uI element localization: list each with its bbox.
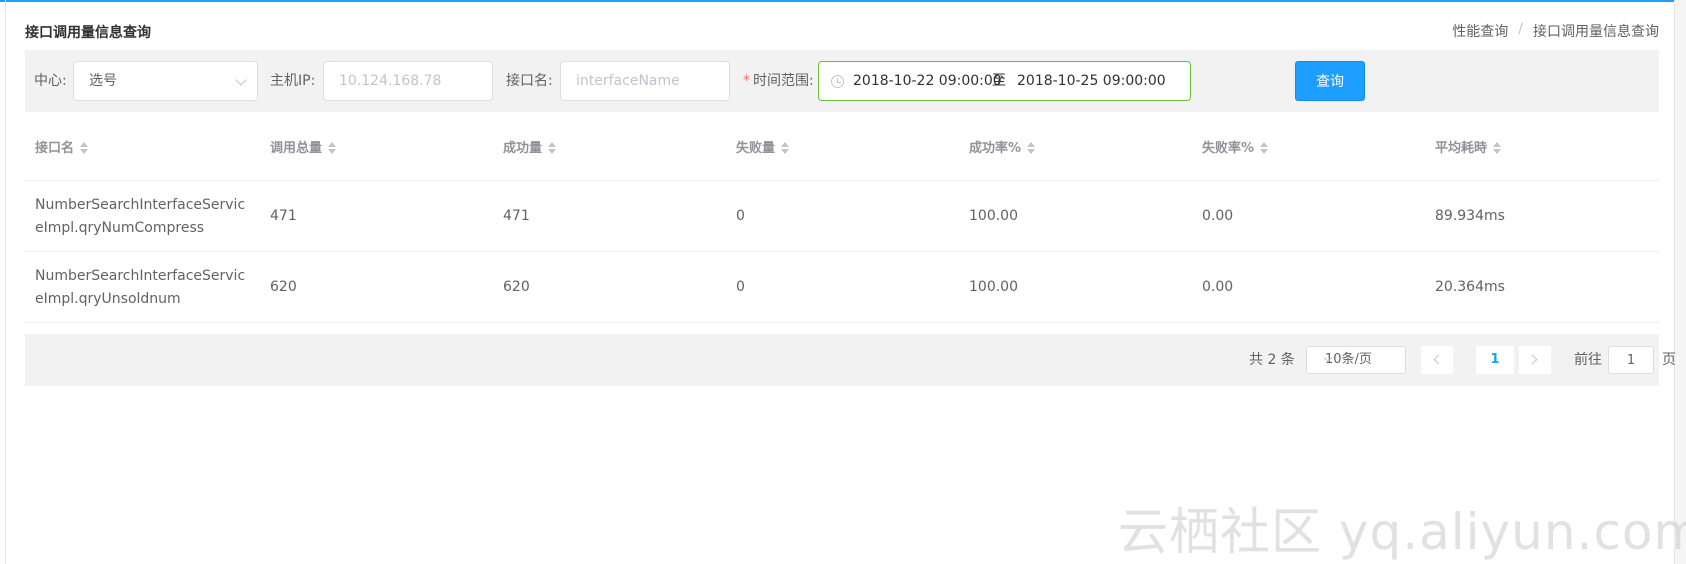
required-mark: * (743, 73, 750, 89)
goto-page-field[interactable] (1608, 346, 1654, 374)
cell-success: 471 (503, 208, 530, 224)
page-number-current[interactable]: 1 (1476, 346, 1514, 374)
end-date[interactable]: 2018-10-25 09:00:00 (1017, 62, 1166, 100)
cell-success-rate: 100.00 (969, 208, 1018, 224)
watermark: 云栖社区 yq.aliyun.com (1118, 503, 1686, 561)
cell-failure: 0 (736, 279, 745, 295)
interface-name-label: 接口名: (506, 73, 553, 89)
host-ip-label: 主机IP: (270, 73, 316, 89)
column-header-success[interactable]: 成功量 (503, 116, 557, 181)
results-table: 接口名 调用总量 成功量 失败量 成功率% 失败率% 平均耗時 NumberSe… (25, 116, 1659, 323)
breadcrumb-item-current: 接口调用量信息查询 (1533, 24, 1659, 40)
goto-label: 前往 (1574, 352, 1602, 368)
table-row: NumberSearchInterfaceServiceImpl.qryNumC… (25, 181, 1659, 252)
next-page-button[interactable] (1519, 346, 1551, 374)
pagination: 共 2 条 10条/页 1 前往 页 (25, 334, 1676, 386)
top-accent-line (0, 0, 1686, 2)
cell-failure-rate: 0.00 (1202, 279, 1234, 295)
start-date[interactable]: 2018-10-22 09:00:00 (853, 62, 1002, 100)
column-header-avg-time[interactable]: 平均耗時 (1435, 116, 1502, 181)
left-border (5, 0, 6, 564)
center-select-value: 选号 (89, 73, 117, 89)
page-unit-label: 页 (1662, 352, 1676, 368)
cell-total-calls: 620 (270, 279, 297, 295)
host-ip-field[interactable] (323, 61, 493, 101)
query-button[interactable]: 查询 (1295, 61, 1365, 101)
page-size-value: 10条/页 (1325, 352, 1372, 367)
cell-interface: NumberSearchInterfaceServiceImpl.qryUnso… (35, 268, 246, 307)
interface-name-input[interactable] (561, 62, 729, 100)
prev-page-button[interactable] (1421, 346, 1453, 374)
cell-total-calls: 471 (270, 208, 297, 224)
chevron-down-icon (235, 74, 247, 86)
breadcrumb: 性能查询 / 接口调用量信息查询 (1452, 21, 1659, 41)
cell-avg-time: 20.364ms (1435, 279, 1505, 295)
column-header-success-rate[interactable]: 成功率% (969, 116, 1036, 181)
center-label: 中心: (34, 73, 67, 89)
column-header-failure-rate[interactable]: 失败率% (1202, 116, 1269, 181)
sort-icon[interactable] (79, 141, 89, 155)
column-header-failure[interactable]: 失败量 (736, 116, 790, 181)
time-range-label-text: 时间范围: (753, 73, 814, 89)
interface-name-field[interactable] (560, 61, 730, 101)
breadcrumb-item-performance[interactable]: 性能查询 (1452, 21, 1508, 41)
column-header-interface[interactable]: 接口名 (35, 116, 89, 181)
filter-bar: 中心: 选号 主机IP: 接口名: *时间范围: 2018-10-22 09:0… (25, 50, 1659, 112)
page-title: 接口调用量信息查询 (25, 25, 151, 41)
cell-failure: 0 (736, 208, 745, 224)
page-size-select[interactable]: 10条/页 (1306, 346, 1406, 374)
center-select[interactable]: 选号 (73, 61, 258, 101)
chevron-right-icon (1527, 354, 1538, 365)
sort-icon[interactable] (327, 141, 337, 155)
sort-icon[interactable] (1026, 141, 1036, 155)
cell-success-rate: 100.00 (969, 279, 1018, 295)
goto-page-input[interactable] (1609, 347, 1653, 373)
column-header-total-calls[interactable]: 调用总量 (270, 116, 337, 181)
host-ip-input[interactable] (324, 62, 492, 100)
clock-icon (831, 75, 844, 88)
cell-avg-time: 89.934ms (1435, 208, 1505, 224)
range-separator: 至 (992, 73, 1006, 89)
sort-icon[interactable] (547, 141, 557, 155)
chevron-left-icon (1433, 354, 1444, 365)
sort-icon[interactable] (780, 141, 790, 155)
table-row: NumberSearchInterfaceServiceImpl.qryUnso… (25, 252, 1659, 323)
sort-icon[interactable] (1492, 141, 1502, 155)
cell-interface: NumberSearchInterfaceServiceImpl.qryNumC… (35, 197, 246, 236)
scrollbar[interactable] (1674, 0, 1686, 564)
sort-icon[interactable] (1259, 141, 1269, 155)
breadcrumb-separator: / (1518, 21, 1523, 37)
time-range-label: * 时间范围: (743, 50, 814, 112)
cell-failure-rate: 0.00 (1202, 208, 1234, 224)
pagination-total: 共 2 条 (1249, 352, 1295, 368)
date-range-picker[interactable]: 2018-10-22 09:00:00 至 2018-10-25 09:00:0… (818, 61, 1191, 101)
cell-success: 620 (503, 279, 530, 295)
table-header: 接口名 调用总量 成功量 失败量 成功率% 失败率% 平均耗時 (25, 116, 1659, 181)
